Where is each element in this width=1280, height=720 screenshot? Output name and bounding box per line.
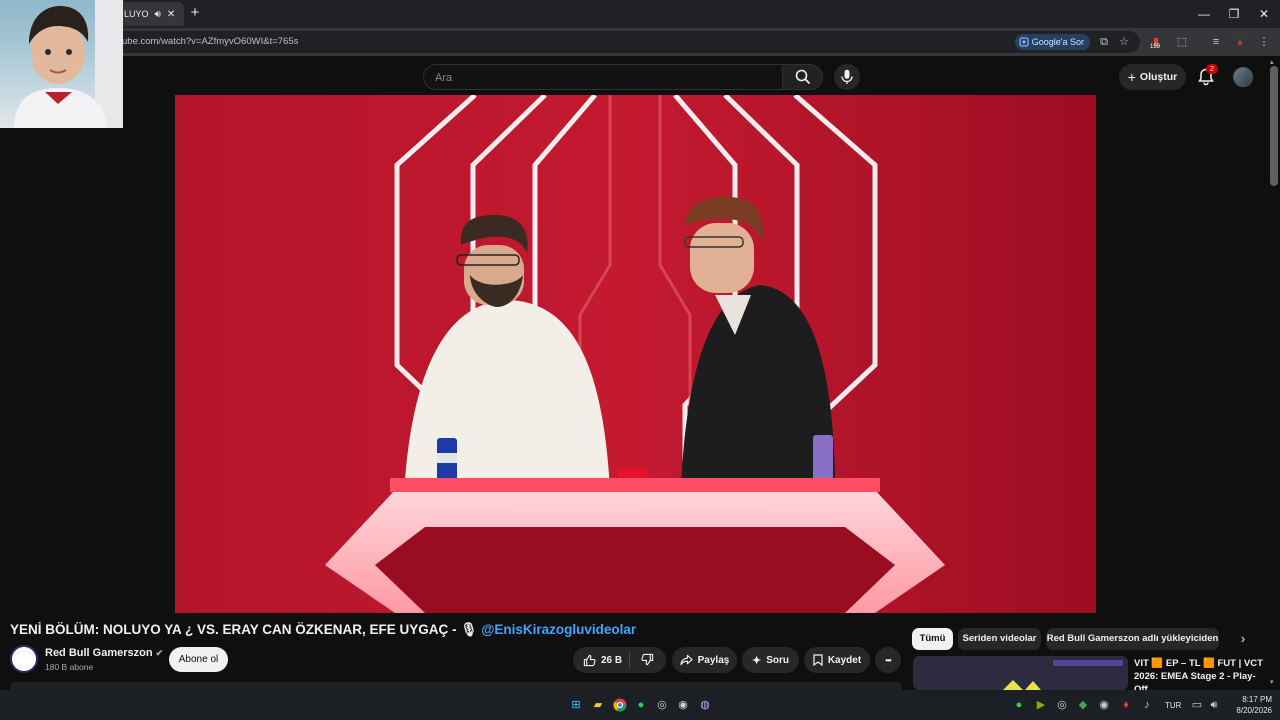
- more-actions-button[interactable]: •••: [875, 647, 901, 673]
- video-title: YENİ BÖLÜM: NOLUYO YA ¿ VS. ERAY CAN ÖZK…: [10, 622, 636, 638]
- description-box[interactable]: [10, 682, 902, 690]
- recommendation-thumbnail-image: [913, 656, 1128, 690]
- browser-toolbar: ube.com/watch?v=AZfmyvO60WI&t=765s Googl…: [0, 28, 1280, 56]
- like-divider: [629, 652, 630, 668]
- chip-series[interactable]: Seriden videolar: [958, 628, 1041, 650]
- search-button[interactable]: [782, 64, 823, 90]
- tray-microphone-icon[interactable]: ♪: [1138, 696, 1156, 714]
- app-icon[interactable]: ◎: [653, 696, 671, 714]
- spotify-icon[interactable]: ●: [632, 696, 650, 714]
- media-control-icon[interactable]: ≡: [1208, 34, 1224, 50]
- chip-all[interactable]: Tümü: [912, 628, 953, 650]
- save-button[interactable]: Kaydet: [804, 647, 870, 673]
- share-label: Paylaş: [697, 654, 730, 666]
- steam-icon[interactable]: ◉: [674, 696, 692, 714]
- voice-search-button[interactable]: [834, 64, 860, 90]
- search-icon: [795, 69, 811, 85]
- subscriber-count: 180 B abone: [45, 662, 94, 672]
- search-placeholder: Ara: [435, 72, 453, 84]
- windows-start-icon[interactable]: ⊞: [567, 696, 585, 714]
- like-button[interactable]: 26 B: [583, 654, 622, 667]
- scroll-up-arrow-icon[interactable]: ▴: [1270, 58, 1278, 66]
- video-player[interactable]: [175, 95, 1096, 613]
- tray-nvidia-icon[interactable]: ▶: [1032, 696, 1050, 714]
- browser-menu-icon[interactable]: ⋮: [1256, 34, 1272, 50]
- tray-app-icon[interactable]: ◎: [1053, 696, 1071, 714]
- verified-check-icon: ✔: [155, 648, 164, 658]
- new-tab-button[interactable]: +: [186, 4, 204, 22]
- subscribe-button[interactable]: Abone ol: [169, 647, 228, 672]
- extensions-puzzle-icon[interactable]: ⬚: [1174, 34, 1190, 50]
- channel-name-text: Red Bull Gamerszon: [45, 647, 153, 659]
- chip-uploader[interactable]: Red Bull Gamerszon adlı yükleyiciden: [1046, 628, 1219, 650]
- url-text: ube.com/watch?v=AZfmyvO60WI&t=765s: [122, 36, 299, 47]
- clock-time: 8:17 PM: [1242, 695, 1272, 704]
- file-explorer-icon[interactable]: ▰: [589, 696, 607, 714]
- install-app-icon[interactable]: ⧉: [1096, 34, 1112, 50]
- microphone-icon: [841, 69, 853, 84]
- thumbs-down-icon[interactable]: [641, 653, 654, 666]
- restore-icon[interactable]: ❐: [1218, 0, 1250, 28]
- clock-date: 8/20/2026: [1236, 706, 1272, 715]
- bookmark-icon: [813, 654, 823, 666]
- google-ask-label: Google'a Sor: [1031, 37, 1084, 47]
- account-avatar[interactable]: [1233, 67, 1253, 87]
- tray-steam-icon[interactable]: ◉: [1095, 696, 1113, 714]
- youtube-header: Ara + Oluştur 2: [0, 56, 1280, 96]
- video-frame: [175, 95, 1096, 613]
- tray-mic-muted-icon[interactable]: ♦: [1117, 696, 1135, 714]
- taskbar-clock[interactable]: 8:17 PM 8/20/2026: [1224, 694, 1272, 716]
- notification-count-badge: 2: [1206, 64, 1218, 74]
- search-input[interactable]: Ara: [423, 64, 783, 90]
- sparkle-icon: ✦: [752, 654, 762, 667]
- address-bar[interactable]: ube.com/watch?v=AZfmyvO60WI&t=765s Googl…: [110, 31, 1140, 53]
- input-language[interactable]: TUR: [1165, 701, 1181, 710]
- title-mention-link[interactable]: @EnisKirazogluvideolar: [481, 622, 636, 637]
- bookmark-star-icon[interactable]: ☆: [1116, 34, 1132, 50]
- webcam-overlay: [0, 0, 123, 128]
- extension-badge: 159: [1150, 44, 1161, 50]
- create-label: Oluştur: [1139, 71, 1178, 83]
- tab-close-icon[interactable]: ✕: [167, 9, 175, 20]
- create-button[interactable]: + Oluştur: [1119, 64, 1186, 90]
- share-arrow-icon: [680, 654, 693, 666]
- browser-tab-strip: LUYO 🔊︎ ✕ + — ❐ ✕: [0, 0, 1280, 28]
- plus-icon: +: [1127, 69, 1136, 85]
- thumbs-up-icon: [583, 654, 596, 666]
- like-count: 26 B: [601, 654, 623, 666]
- tray-shield-icon[interactable]: ◆: [1074, 696, 1092, 714]
- volume-icon[interactable]: 🔊︎: [1205, 696, 1223, 714]
- windows-taskbar: ⊞ ▰ ● ◎ ◉ ◍ ● ▶ ◎ ◆ ◉ ♦ ♪ TUR ▭ 🔊︎: [0, 690, 1280, 720]
- tray-spotify-icon[interactable]: ●: [1010, 696, 1028, 714]
- ask-label: Soru: [766, 654, 789, 666]
- network-icon[interactable]: ▭: [1188, 696, 1206, 714]
- channel-name[interactable]: Red Bull Gamerszon ✔: [45, 647, 163, 659]
- video-title-text: YENİ BÖLÜM: NOLUYO YA ¿ VS. ERAY CAN ÖZK…: [10, 622, 457, 637]
- channel-avatar[interactable]: [10, 645, 38, 673]
- close-window-icon[interactable]: ✕: [1248, 0, 1280, 28]
- ask-button[interactable]: ✦ Soru: [742, 647, 799, 673]
- google-ask-button[interactable]: Google'a Sor: [1014, 34, 1090, 50]
- tab-title: LUYO: [124, 9, 149, 19]
- chrome-profile-icon[interactable]: ◍: [696, 696, 714, 714]
- chevron-right-icon[interactable]: ›: [1234, 630, 1252, 648]
- recommendation-title[interactable]: VIT 🟧 EP – TL 🟧 FUT | VCT 2026: EMEA Sta…: [1134, 657, 1264, 690]
- scroll-down-arrow-icon[interactable]: ▾: [1270, 678, 1278, 686]
- microphone-emoji-icon: 🎙: [460, 622, 478, 637]
- minimize-icon[interactable]: —: [1188, 0, 1220, 28]
- chrome-icon[interactable]: [611, 696, 629, 714]
- lens-icon: [1019, 37, 1029, 47]
- recommendation-thumbnail[interactable]: [913, 656, 1128, 690]
- profile-extension-icon[interactable]: ▴: [1232, 34, 1248, 50]
- like-dislike-group: 26 B: [573, 647, 666, 673]
- tab-audio-icon[interactable]: 🔊︎: [155, 9, 161, 20]
- browser-tab[interactable]: LUYO 🔊︎ ✕: [116, 2, 184, 26]
- share-button[interactable]: Paylaş: [672, 647, 737, 673]
- page-scrollbar[interactable]: [1270, 66, 1278, 186]
- save-label: Kaydet: [827, 654, 862, 666]
- webcam-person-image: [14, 0, 123, 128]
